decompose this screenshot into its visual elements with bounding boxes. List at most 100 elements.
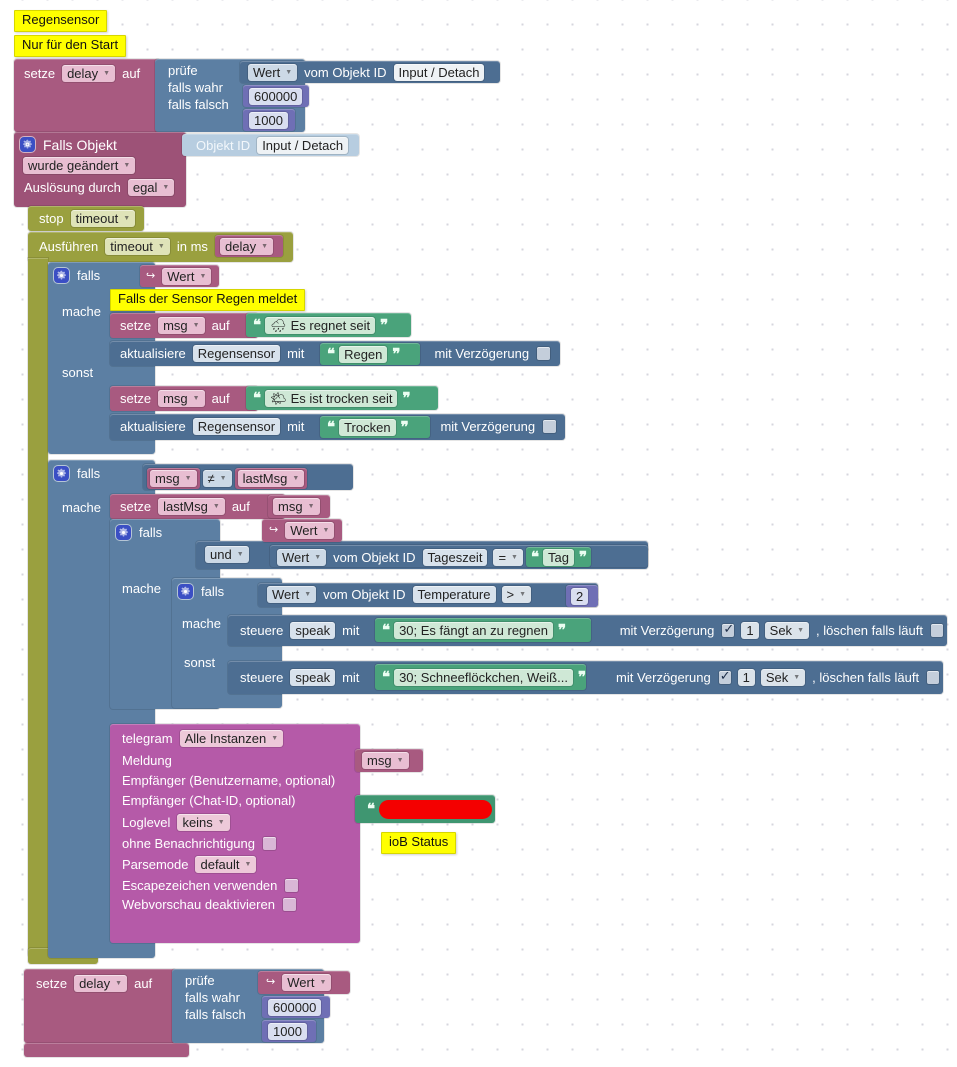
block-telegram[interactable]: telegram Alle Instanzen ▼ Meldung Empfäng… [110,724,360,943]
wert-dropdown[interactable]: Wert ▼ [277,548,327,566]
target-field[interactable]: Regensensor [192,345,281,362]
block-number-600000-bottom[interactable]: 600000 [262,996,330,1018]
msg-variable-dropdown[interactable]: msg ▼ [273,498,320,515]
wert-variable-dropdown[interactable]: Wert ▼ [162,268,212,285]
number-field[interactable]: 600000 [268,999,322,1016]
block-string-es-regnet[interactable]: ❝ 🌧 Es regnet seit ❞ [246,313,411,337]
block-number-threshold[interactable]: 2 [566,585,598,607]
lastmsg-variable-dropdown[interactable]: lastMsg ▼ [158,498,225,515]
delay-variable-dropdown[interactable]: delay ▼ [74,975,128,992]
block-string-chatid[interactable]: ❝ [355,795,495,823]
wert-dropdown[interactable]: Wert ▼ [248,64,298,81]
operator-dropdown[interactable]: > ▼ [501,586,532,603]
msg-variable-dropdown[interactable]: msg ▼ [158,390,205,407]
msg-variable-dropdown[interactable]: msg ▼ [158,317,205,334]
redacted-chatid-value[interactable] [379,800,492,819]
comment-nur-fuer-den-start[interactable]: Nur für den Start [14,35,127,57]
block-setze-lastmsg[interactable]: setze lastMsg ▼ auf [110,494,285,519]
block-compare-tageszeit[interactable]: Wert ▼ vom Objekt ID Tageszeit = ▼ ❝ Tag ❞ [270,545,648,567]
string-field[interactable]: Regen [339,346,388,363]
block-compare-msg-lastmsg[interactable]: msg ▼ ≠ ▼ lastMsg ▼ [143,464,353,490]
comment-regensensor[interactable]: Regensensor [14,10,108,32]
exec-timeout-name-dropdown[interactable]: timeout ▼ [105,238,170,255]
block-wert-variable-ref[interactable]: ↪ Wert ▼ [262,519,342,542]
block-condition-wert-bottom[interactable]: ↪ Wert ▼ [258,971,350,994]
und-dropdown[interactable]: und ▼ [205,546,249,563]
wert-variable-dropdown[interactable]: Wert ▼ [282,974,332,991]
block-msg-variable-ref[interactable]: msg ▼ [268,495,330,518]
delay-checkbox[interactable] [722,621,735,637]
wert-dropdown[interactable]: Wert ▼ [267,586,317,603]
block-wert-vom-objekt-top[interactable]: Wert ▼ vom Objekt ID Input / Detach [240,61,500,83]
number-field[interactable]: 1000 [249,112,288,129]
block-condition-wert-rain[interactable]: ↪ Wert ▼ [140,265,219,287]
clear-checkbox[interactable] [930,624,944,637]
comment-iob-status[interactable]: ioB Status [381,832,457,854]
objekt-id-field[interactable]: Temperature [412,586,496,603]
block-setze-msg-dry[interactable]: setze msg ▼ auf [110,386,258,411]
delay-checkbox[interactable] [543,420,557,433]
comment-sensor-regen[interactable]: Falls der Sensor Regen meldet [110,289,306,311]
string-field[interactable]: Tag [543,548,575,566]
operator-dropdown[interactable]: ≠ ▼ [202,470,232,487]
block-string-es-ist-trocken[interactable]: ❝ 🌤 Es ist trocken seit ❞ [246,386,438,410]
msg-variable-dropdown[interactable]: msg ▼ [150,470,197,487]
gear-icon[interactable] [54,268,69,283]
delay-unit-dropdown[interactable]: Sek ▼ [764,622,809,639]
clear-checkbox[interactable] [927,671,939,684]
timeout-name-dropdown[interactable]: timeout ▼ [70,210,136,227]
lastmsg-variable-dropdown[interactable]: lastMsg ▼ [237,470,305,487]
block-msg-variable-telegram[interactable]: msg ▼ [355,749,423,772]
string-field[interactable]: 30; Schneeflöckchen, Weiß... [394,669,573,686]
string-field[interactable]: 30; Es fängt an zu regnen [394,622,553,639]
delay-unit-dropdown[interactable]: Sek ▼ [760,669,806,686]
block-stop-timeout[interactable]: stop timeout ▼ [28,206,144,231]
block-number-1000-bottom[interactable]: 1000 [262,1020,316,1042]
objekt-id-field[interactable]: Input / Detach [393,64,485,81]
block-setze-delay-bottom[interactable]: setze delay ▼ auf [24,969,176,1043]
block-number-1000-top[interactable]: 1000 [243,109,295,131]
speak-target-field[interactable]: speak [290,669,336,686]
delay-variable-dropdown[interactable]: delay ▼ [62,65,116,82]
string-field[interactable]: 🌤 Es ist trocken seit [265,390,398,407]
gear-icon[interactable] [178,584,193,599]
delay-checkbox[interactable] [718,668,731,684]
delay-variable-dropdown[interactable]: delay ▼ [220,238,274,255]
loglevel-dropdown[interactable]: keins ▼ [177,814,230,831]
webpreview-checkbox[interactable] [282,898,296,911]
gear-icon[interactable] [116,525,131,540]
gear-icon[interactable] [54,466,69,481]
change-mode-dropdown[interactable]: wurde geändert ▼ [23,157,136,174]
wert-variable-dropdown[interactable]: Wert ▼ [285,522,335,539]
gear-icon[interactable] [20,137,35,152]
blockly-workspace[interactable]: Regensensor Nur für den Start setze dela… [0,0,957,1067]
delay-checkbox[interactable] [537,347,551,360]
target-field[interactable]: Regensensor [192,418,281,435]
block-objekt-id-trigger[interactable]: Objekt ID Input / Detach [182,134,359,156]
objekt-id-field[interactable]: Tageszeit [422,548,488,566]
block-setze-msg-rain[interactable]: setze msg ▼ auf [110,313,258,338]
block-string-speak-snow[interactable]: ❝ 30; Schneeflöckchen, Weiß... ❞ [375,664,586,690]
number-field[interactable]: 1000 [268,1023,307,1040]
number-field[interactable]: 600000 [249,88,303,105]
block-string-regen[interactable]: ❝ Regen ❞ [320,343,420,365]
objekt-id-field[interactable]: Input / Detach [257,137,349,154]
speak-target-field[interactable]: speak [290,622,336,639]
silent-checkbox[interactable] [263,837,276,850]
block-delay-variable-ref[interactable]: delay ▼ [215,235,283,257]
ausloesung-dropdown[interactable]: egal ▼ [127,179,175,196]
block-compare-temperature[interactable]: Wert ▼ vom Objekt ID Temperature > ▼ [258,583,598,607]
escape-checkbox[interactable] [285,879,299,892]
instance-dropdown[interactable]: Alle Instanzen ▼ [179,730,284,747]
string-field[interactable]: 🌧 Es regnet seit [265,317,376,334]
msg-variable-dropdown[interactable]: msg ▼ [362,752,409,769]
string-field[interactable]: Trocken [339,419,396,436]
block-number-600000-top[interactable]: 600000 [243,85,309,107]
operator-dropdown[interactable]: = ▼ [493,548,523,566]
block-falls-objekt-trigger[interactable]: Falls Objekt wurde geändert ▼ Auslösung d… [14,132,186,207]
delay-value-field[interactable]: 1 [741,622,759,639]
delay-value-field[interactable]: 1 [737,669,755,686]
block-string-speak-rain[interactable]: ❝ 30; Es fängt an zu regnen ❞ [375,618,591,642]
block-setze-delay-top[interactable]: setze delay ▼ auf [14,59,160,132]
block-string-trocken[interactable]: ❝ Trocken ❞ [320,416,430,438]
